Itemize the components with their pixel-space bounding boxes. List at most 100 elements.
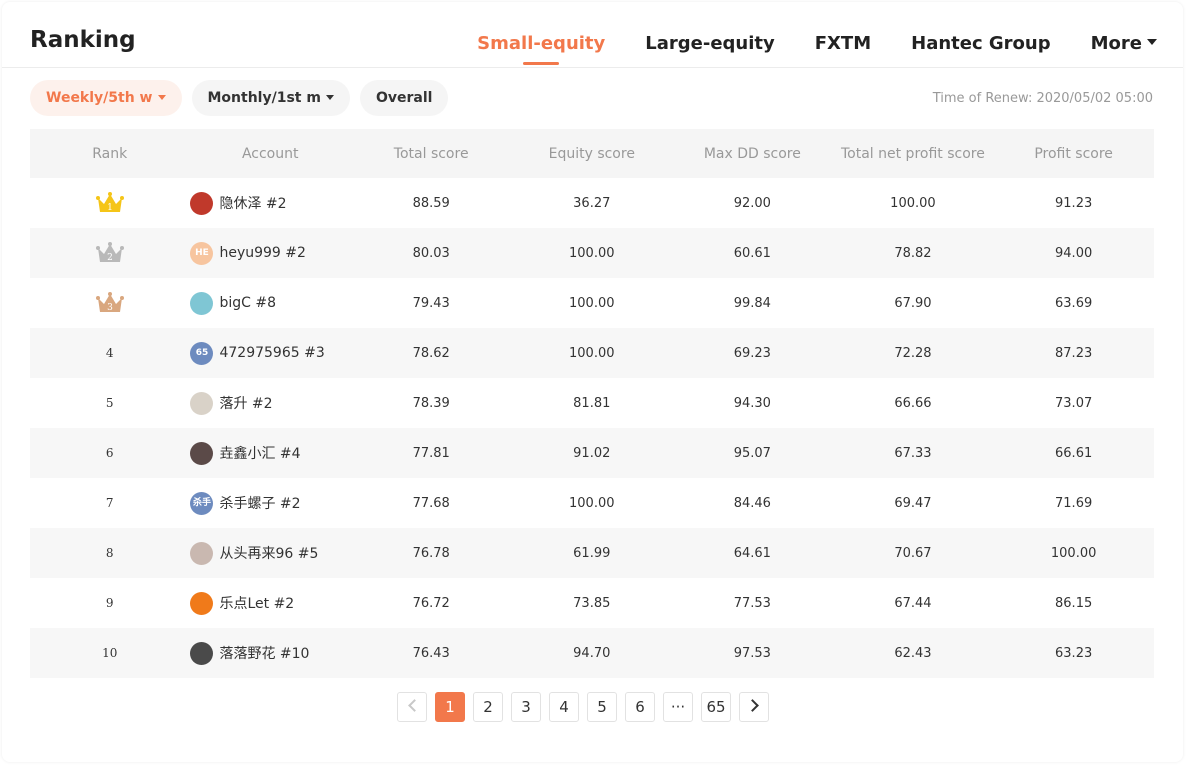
page-button[interactable]: 3 [511,692,541,722]
page-button[interactable]: 4 [549,692,579,722]
page-button[interactable]: 6 [625,692,655,722]
ranking-card: Ranking Small-equity Large-equity FXTM H… [2,2,1183,762]
next-page-button[interactable] [739,692,769,722]
tab-hantec-group[interactable]: Hantec Group [911,32,1051,56]
net-profit-score-cell: 72.28 [832,328,994,378]
account-cell: 隐休泽 #2 [189,178,350,228]
profit-score-cell: 63.69 [1055,295,1093,311]
account-link[interactable]: bigC #8 [190,291,349,315]
table-row[interactable]: 5 落升 #2 78.39 81.81 94.30 66.66 73.07 [30,378,1154,428]
page-ellipsis-button[interactable]: ··· [663,692,693,722]
account-link[interactable]: 落升 #2 [190,391,349,415]
total-score-cell: 76.72 [412,595,450,611]
max-dd-score-cell: 84.46 [733,495,771,511]
account-link[interactable]: 垚鑫小汇 #4 [190,441,349,465]
tab-fxtm[interactable]: FXTM [815,32,871,56]
account-link[interactable]: 落落野花 #10 [190,641,349,665]
rank-cell: 10 [30,628,190,678]
table-row[interactable]: 4 65 472975965 #3 78.62 100.00 69.23 72.28 87.2… [30,328,1154,378]
total-score-cell: 76.43 [350,628,512,678]
table-row[interactable]: 8 从头再来96 #5 76.78 61.99 64.61 70.67 100.00 [30,528,1154,578]
crown-silver-icon: 2 [95,242,124,264]
rank-cell: 7 [30,478,189,528]
account-name: 乐点Let #2 [219,596,295,612]
avatar-initials-icon: 65 [190,341,214,365]
table-row[interactable]: 6 垚鑫小汇 #4 77.81 91.02 95.07 67.33 66.61 [30,428,1154,478]
table-row[interactable]: 3 bigC #8 79.43 100.00 99.84 67.90 63.69 [30,278,1154,328]
account-cell: 乐点Let #2 [189,578,350,628]
equity-score-cell: 100.00 [569,495,615,511]
prev-page-button[interactable] [397,692,427,722]
rank-cell: 5 [30,378,189,428]
profit-score-cell: 66.61 [993,428,1154,478]
max-dd-score-cell: 69.23 [672,328,833,378]
rank-cell: 4 [30,328,190,378]
tab-more-label: More [1090,33,1142,54]
max-dd-score-cell: 94.30 [733,395,771,411]
column-header-max-dd-score: Max DD score [672,129,833,178]
net-profit-score-cell: 67.44 [894,595,932,611]
profit-score-cell: 63.23 [993,628,1154,678]
tab-more[interactable]: More [1091,32,1157,56]
account-link[interactable]: 乐点Let #2 [190,591,349,615]
net-profit-score-cell: 67.90 [894,295,932,311]
avatar-initials-icon: 杀手 [190,491,214,515]
page-button[interactable]: 5 [587,692,617,722]
total-score-cell: 76.78 [350,528,512,578]
monthly-filter-button[interactable]: Monthly/1st m [191,80,350,116]
rank-number: 5 [105,395,114,410]
account-link[interactable]: 从头再来96 #5 [190,541,349,565]
table-row[interactable]: 9 乐点Let #2 76.72 73.85 77.53 67.44 86.15 [30,578,1154,628]
total-score-cell: 80.03 [350,228,512,278]
account-link[interactable]: 65 472975965 #3 [190,341,349,365]
monthly-filter-label: Monthly/1st m [207,90,321,106]
chevron-left-icon [407,699,421,712]
profit-score-cell: 73.07 [1055,395,1093,411]
equity-score-cell: 91.02 [511,428,673,478]
account-cell: 垚鑫小汇 #4 [189,428,351,478]
account-cell: 落升 #2 [189,378,350,428]
table-row[interactable]: 1 隐休泽 #2 88.59 36.27 92.00 100.00 91.23 [30,178,1154,228]
equity-score-cell: 81.81 [573,395,611,411]
account-name: 472975965 #3 [219,345,325,361]
net-profit-score-cell: 100.00 [890,195,936,211]
account-link[interactable]: 杀手 杀手螺子 #2 [190,491,349,515]
table-row[interactable]: 10 落落野花 #10 76.43 94.70 97.53 62.43 63.23 [30,628,1154,678]
profit-score-cell: 71.69 [1055,495,1093,511]
table-row[interactable]: 2 HE heyu999 #2 80.03 100.00 60.61 78.82 94.00 [30,228,1154,278]
page-button[interactable]: 1 [435,692,465,722]
overall-filter-button[interactable]: Overall [359,80,449,116]
rank-number: 9 [105,595,114,610]
column-header-rank: Rank [30,129,190,178]
account-link[interactable]: HE heyu999 #2 [190,241,349,265]
account-cell: 从头再来96 #5 [189,528,351,578]
weekly-filter-button[interactable]: Weekly/5th w [30,80,182,116]
table-row[interactable]: 7 杀手 杀手螺子 #2 77.68 100.00 84.46 69.47 71.69 [30,478,1154,528]
ranking-table: Rank Account Total score Equity score Ma… [30,129,1154,678]
column-header-profit-score: Profit score [993,129,1154,178]
caret-down-icon [1147,39,1157,45]
equity-score-cell: 100.00 [511,328,673,378]
profit-score-cell: 94.00 [993,228,1154,278]
net-profit-score-cell: 67.33 [832,428,994,478]
net-profit-score-cell: 62.43 [832,628,994,678]
chevron-right-icon [745,699,759,712]
column-header-net-profit-score: Total net profit score [832,129,994,178]
caret-down-icon [325,94,334,100]
page-button[interactable]: 2 [473,692,503,722]
tab-large-equity[interactable]: Large-equity [645,32,774,56]
total-score-cell: 78.62 [350,328,512,378]
equity-score-cell: 94.70 [511,628,673,678]
tab-small-equity[interactable]: Small-equity [477,32,605,56]
avatar-logo-icon [190,591,214,615]
rank-number: 7 [105,495,114,510]
rank-cell: 9 [30,578,189,628]
max-dd-score-cell: 60.61 [672,228,833,278]
crown-gold-icon: 1 [95,192,124,214]
page-button[interactable]: 65 [701,692,731,722]
account-name: 垚鑫小汇 #4 [219,446,301,462]
avatar-initials-icon: HE [190,241,214,265]
account-link[interactable]: 隐休泽 #2 [190,191,349,215]
caret-down-icon [157,94,166,100]
total-score-cell: 77.81 [350,428,512,478]
